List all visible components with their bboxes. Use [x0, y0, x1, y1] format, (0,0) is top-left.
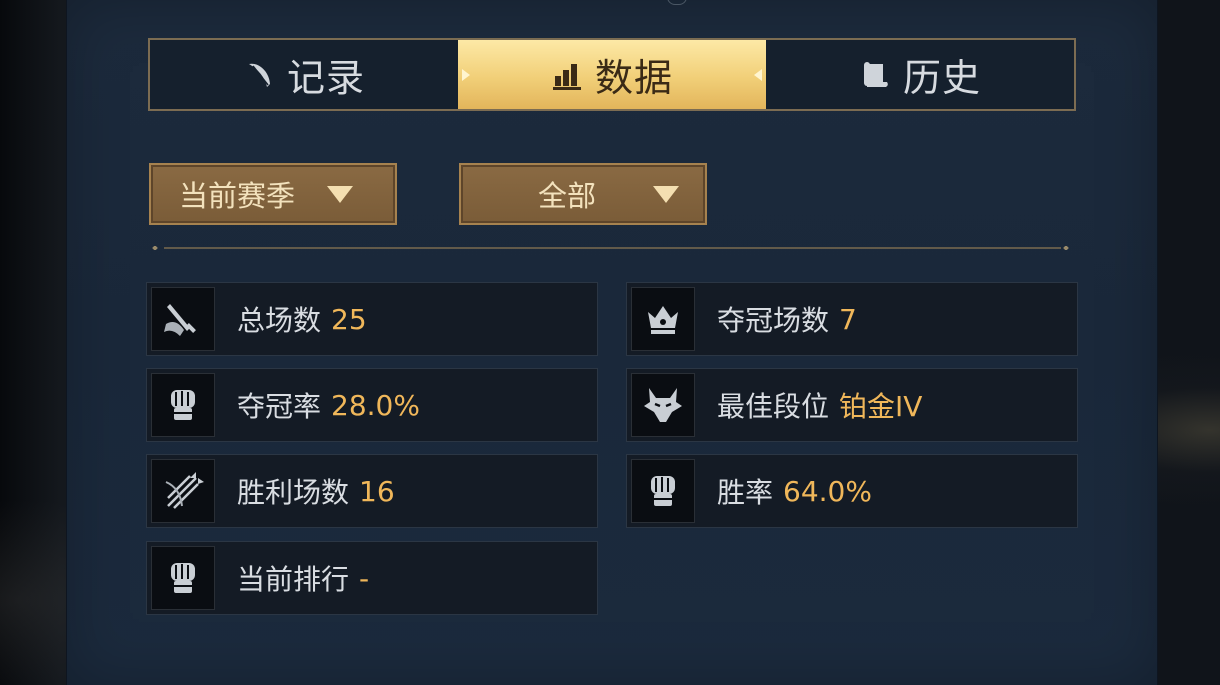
sword-scroll-icon	[151, 287, 215, 351]
stat-value: -	[359, 561, 370, 595]
stat-championship-rate: 夺冠率 28.0%	[146, 368, 598, 442]
chevron-down-icon	[327, 185, 354, 203]
fist-icon	[631, 459, 695, 523]
stat-label: 胜率	[717, 476, 774, 509]
crown-icon	[631, 287, 695, 351]
chevron-down-icon	[653, 185, 679, 203]
tab-history[interactable]: 历史	[766, 40, 1074, 109]
tab-bar: 记录 数据 历史	[148, 38, 1076, 111]
stat-current-ranking: 当前排行 -	[146, 541, 598, 615]
stat-total-matches: 总场数 25	[146, 282, 598, 356]
stat-label: 夺冠率	[237, 390, 322, 423]
stat-label: 当前排行	[237, 563, 350, 596]
tab-records[interactable]: 记录	[150, 40, 458, 109]
mode-dropdown[interactable]: 全部	[459, 163, 707, 225]
panel-top-ornament	[667, 0, 687, 5]
stat-win-rate: 胜率 64.0%	[626, 454, 1078, 528]
stat-label: 最佳段位	[717, 390, 830, 423]
scroll-icon	[863, 61, 888, 87]
fist-icon	[151, 373, 215, 437]
stat-label: 夺冠场数	[717, 304, 830, 337]
tab-history-label: 历史	[902, 56, 981, 100]
bar-chart-icon	[552, 63, 581, 90]
season-dropdown-value: 当前赛季	[179, 179, 296, 213]
stat-value: 28.0%	[331, 388, 420, 422]
stat-value: 25	[331, 302, 367, 336]
stat-value: 64.0%	[783, 474, 872, 508]
stat-value: 7	[839, 302, 857, 336]
arrows-icon	[151, 459, 215, 523]
mode-dropdown-value: 全部	[537, 179, 596, 213]
stat-wins: 胜利场数 16	[146, 454, 598, 528]
tab-data-label: 数据	[594, 56, 673, 100]
season-dropdown[interactable]: 当前赛季	[149, 163, 397, 225]
tab-records-label: 记录	[286, 56, 365, 100]
stat-label: 总场数	[237, 304, 322, 337]
ornamental-divider	[152, 246, 1069, 250]
stat-best-rank: 最佳段位 铂金IV	[626, 368, 1078, 442]
fist-icon	[151, 546, 215, 610]
stat-championships: 夺冠场数 7	[626, 282, 1078, 356]
feather-icon	[248, 63, 270, 87]
wolf-icon	[631, 373, 695, 437]
stat-value: 16	[359, 474, 395, 508]
stat-value: 铂金IV	[839, 390, 923, 423]
stat-label: 胜利场数	[237, 476, 350, 509]
tab-data[interactable]: 数据	[458, 40, 766, 109]
